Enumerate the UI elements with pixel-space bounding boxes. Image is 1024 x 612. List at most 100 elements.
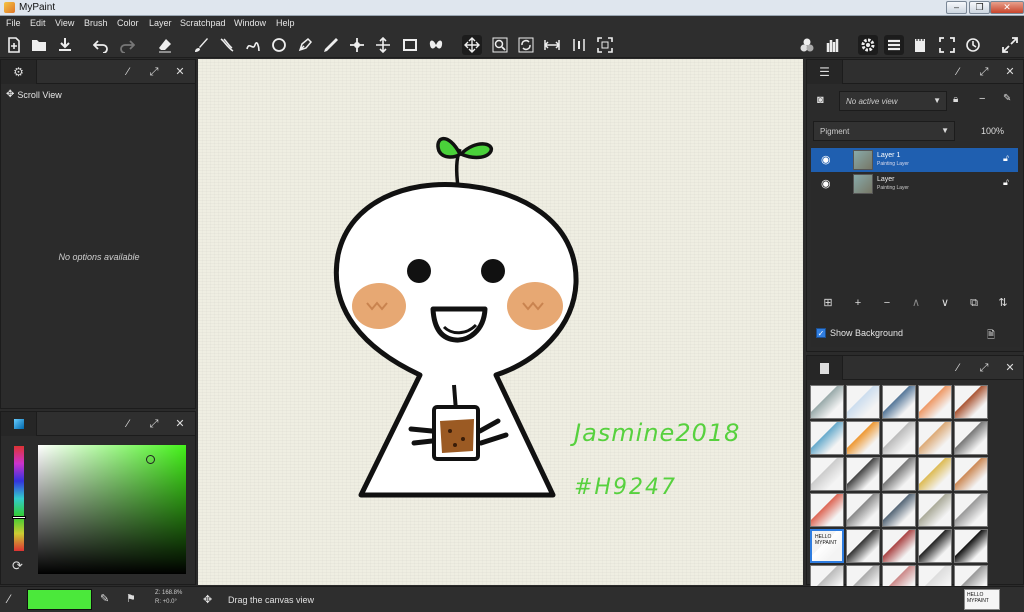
- brush-edit-icon[interactable]: ✎: [100, 592, 109, 605]
- eye-icon[interactable]: ◉: [821, 153, 831, 166]
- ellipse-icon[interactable]: [269, 35, 289, 55]
- layers-icon[interactable]: [884, 35, 904, 55]
- menu-layer[interactable]: Layer: [149, 18, 172, 28]
- show-background-checkbox[interactable]: ✓: [816, 328, 826, 338]
- cross-move-icon[interactable]: [373, 35, 393, 55]
- brush-preset[interactable]: [954, 457, 988, 491]
- bookmark-icon[interactable]: ⚑: [126, 592, 136, 605]
- brush-preview-thumbnail[interactable]: HELLO MYPAINT: [964, 589, 1000, 610]
- brush-settings-icon[interactable]: [823, 35, 843, 55]
- background-settings-icon[interactable]: 🗎︎: [987, 328, 995, 345]
- menu-scratchpad[interactable]: Scratchpad: [180, 18, 226, 28]
- fit-view-icon[interactable]: [595, 35, 615, 55]
- menu-window[interactable]: Window: [234, 18, 266, 28]
- brush-icon[interactable]: [191, 35, 211, 55]
- brush-preset[interactable]: [882, 529, 916, 563]
- tool-options-tab[interactable]: ⚙: [1, 60, 37, 84]
- blend-mode-selector[interactable]: Pigment ▼: [813, 121, 955, 141]
- redo-icon[interactable]: [117, 35, 137, 55]
- menu-brush[interactable]: Brush: [84, 18, 108, 28]
- brushes-tab[interactable]: [807, 356, 843, 380]
- layer-opacity[interactable]: 100%: [981, 126, 1004, 136]
- current-color-swatch[interactable]: [27, 589, 92, 610]
- menu-help[interactable]: Help: [276, 18, 295, 28]
- save-icon[interactable]: [55, 35, 75, 55]
- view-lock-icon[interactable]: 🔒︎: [953, 94, 958, 105]
- flip-view-icon[interactable]: [542, 35, 562, 55]
- color-picker-cursor[interactable]: [146, 455, 155, 464]
- add-layer-icon[interactable]: +: [851, 296, 865, 310]
- unlock-icon[interactable]: 🔓︎: [1003, 153, 1009, 164]
- layer-row[interactable]: ◉ Layer Painting Layer 🔓︎: [811, 172, 1018, 196]
- menu-view[interactable]: View: [55, 18, 74, 28]
- brush-preset[interactable]: [918, 529, 952, 563]
- eraser-icon[interactable]: [155, 35, 175, 55]
- brush-preset[interactable]: [846, 421, 880, 455]
- menu-color[interactable]: Color: [117, 18, 139, 28]
- reset-view-icon[interactable]: [569, 35, 589, 55]
- maximize-button[interactable]: ❐: [969, 1, 990, 14]
- layers-pin-icon[interactable]: ⁄: [951, 65, 965, 79]
- inking-icon[interactable]: [217, 35, 237, 55]
- color-picker-icon[interactable]: [321, 35, 341, 55]
- layers-close-icon[interactable]: ✕: [1003, 65, 1017, 79]
- brushes-close-icon[interactable]: ✕: [1003, 361, 1017, 375]
- symmetry-icon[interactable]: [426, 35, 446, 55]
- color-tab[interactable]: [1, 412, 37, 436]
- brush-preset[interactable]: [810, 457, 844, 491]
- scroll-view-icon[interactable]: [462, 35, 482, 55]
- brush-preset[interactable]: [882, 493, 916, 527]
- drawing-canvas[interactable]: Jasmine2018 #H9247: [198, 59, 803, 585]
- freehand-icon[interactable]: [243, 35, 263, 55]
- view-selector[interactable]: No active view ▼: [839, 91, 947, 111]
- remove-layer-icon[interactable]: −: [880, 296, 894, 310]
- brush-preset[interactable]: HELLO MYPAINT: [810, 529, 844, 563]
- open-file-icon[interactable]: [29, 35, 49, 55]
- menu-file[interactable]: File: [6, 18, 21, 28]
- brush-preset[interactable]: [882, 385, 916, 419]
- color-picker-status-icon[interactable]: ⁄: [8, 592, 10, 606]
- brush-preset[interactable]: [810, 421, 844, 455]
- pen-icon[interactable]: [295, 35, 315, 55]
- settings-icon[interactable]: [858, 35, 878, 55]
- fullscreen-icon[interactable]: [937, 35, 957, 55]
- edit-view-icon[interactable]: ✎: [1003, 93, 1011, 104]
- eye-icon[interactable]: ◉: [821, 177, 831, 190]
- brush-preset[interactable]: [954, 529, 988, 563]
- layers-tab[interactable]: ☰: [807, 60, 843, 84]
- layer-row[interactable]: ◉ Layer 1 Painting Layer 🔓︎: [811, 148, 1018, 172]
- brush-preset[interactable]: [882, 457, 916, 491]
- hue-slider[interactable]: [12, 446, 26, 551]
- undo-icon[interactable]: [91, 35, 111, 55]
- color-detach-icon[interactable]: ⤢: [147, 417, 161, 431]
- hue-slider-handle[interactable]: [12, 516, 26, 519]
- brush-preset[interactable]: [846, 529, 880, 563]
- unlock-icon[interactable]: 🔓︎: [1003, 177, 1009, 188]
- brush-preset[interactable]: [810, 493, 844, 527]
- rotate-view-icon[interactable]: [516, 35, 536, 55]
- brushes-pin-icon[interactable]: ⁄: [951, 361, 965, 375]
- close-panel-icon[interactable]: ✕: [173, 65, 187, 79]
- close-button[interactable]: ✕: [990, 1, 1024, 14]
- brush-preset[interactable]: [846, 385, 880, 419]
- history-icon[interactable]: [963, 35, 983, 55]
- minimize-button[interactable]: –: [946, 1, 967, 14]
- frame-icon[interactable]: [400, 35, 420, 55]
- camera-icon[interactable]: ◙: [817, 94, 824, 106]
- brush-preset[interactable]: [846, 493, 880, 527]
- brush-preset[interactable]: [918, 421, 952, 455]
- move-layer-icon[interactable]: [347, 35, 367, 55]
- brush-history-icon[interactable]: [797, 35, 817, 55]
- brush-preset[interactable]: [954, 493, 988, 527]
- brush-pin-icon[interactable]: ⁄: [121, 65, 135, 79]
- brush-preset[interactable]: [918, 385, 952, 419]
- brush-preset[interactable]: [954, 385, 988, 419]
- move-layer-up-icon[interactable]: ∧: [909, 296, 923, 310]
- color-close-icon[interactable]: ✕: [173, 417, 187, 431]
- brush-preset[interactable]: [846, 457, 880, 491]
- zoom-view-icon[interactable]: [490, 35, 510, 55]
- merge-layer-icon[interactable]: ⇅: [996, 296, 1010, 310]
- menu-edit[interactable]: Edit: [30, 18, 46, 28]
- move-layer-down-icon[interactable]: ∨: [938, 296, 952, 310]
- brush-preset[interactable]: [918, 493, 952, 527]
